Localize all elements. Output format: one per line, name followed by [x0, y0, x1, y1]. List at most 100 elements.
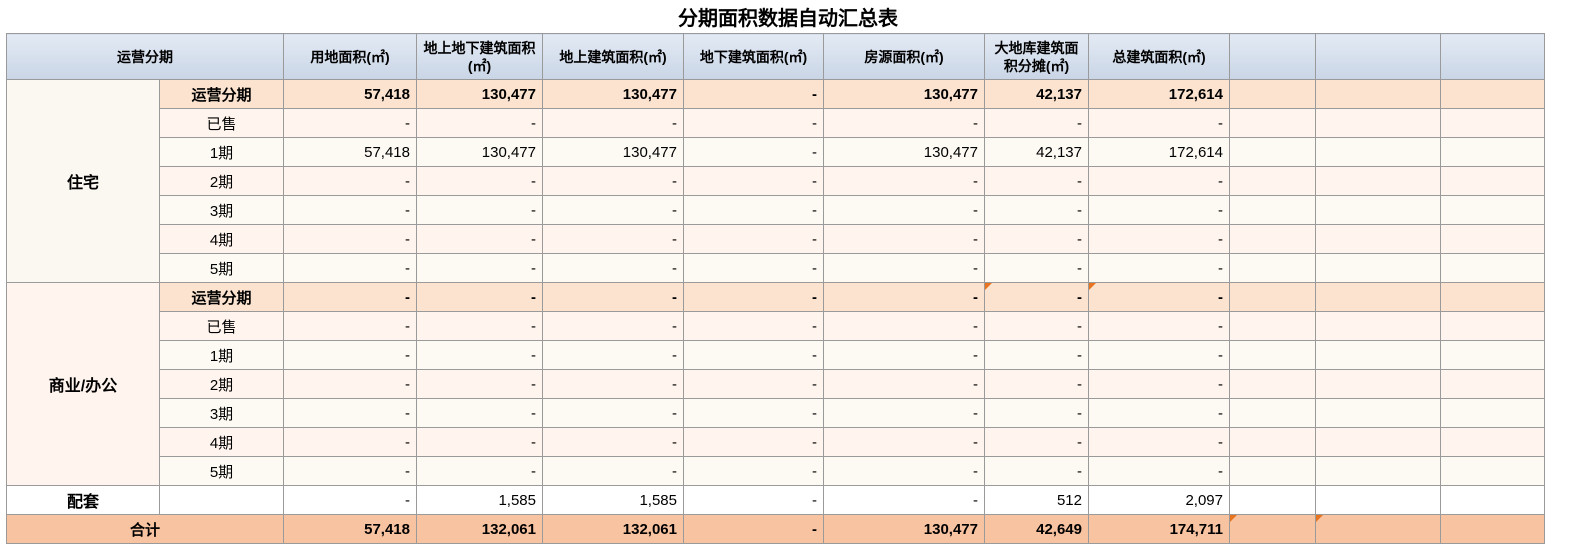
- cell-empty[interactable]: [1229, 195, 1316, 225]
- header-empty-1[interactable]: [1229, 33, 1316, 80]
- cell-empty[interactable]: [1229, 398, 1316, 428]
- row-label[interactable]: 已售: [159, 108, 284, 138]
- cell[interactable]: -: [1088, 108, 1230, 138]
- cell[interactable]: -: [823, 369, 985, 399]
- header-above-ground[interactable]: 地上建筑面积(㎡): [542, 33, 684, 80]
- cell[interactable]: -: [283, 195, 417, 225]
- cell[interactable]: -: [1088, 195, 1230, 225]
- cell[interactable]: -: [823, 427, 985, 457]
- cell[interactable]: -: [283, 108, 417, 138]
- cell[interactable]: -: [823, 253, 985, 283]
- comment-marker-icon[interactable]: [1316, 515, 1323, 522]
- group-residential[interactable]: 住宅: [6, 79, 160, 283]
- cell[interactable]: -: [542, 456, 684, 486]
- cell[interactable]: -: [283, 456, 417, 486]
- cell[interactable]: -: [416, 166, 543, 196]
- cell[interactable]: -: [984, 369, 1089, 399]
- cell-empty[interactable]: [1440, 398, 1545, 428]
- cell-empty[interactable]: [1315, 166, 1441, 196]
- cell-empty[interactable]: [1315, 340, 1441, 370]
- row-label[interactable]: 4期: [159, 427, 284, 457]
- cell-empty[interactable]: [1315, 427, 1441, 457]
- cell[interactable]: -: [823, 485, 985, 515]
- cell[interactable]: 42,137: [984, 79, 1089, 109]
- cell[interactable]: -: [683, 369, 824, 399]
- cell[interactable]: -: [823, 311, 985, 341]
- cell[interactable]: -: [683, 253, 824, 283]
- cell[interactable]: -: [283, 282, 417, 312]
- cell[interactable]: -: [283, 166, 417, 196]
- cell[interactable]: -: [823, 166, 985, 196]
- cell[interactable]: 130,477: [823, 137, 985, 167]
- cell-empty[interactable]: [1229, 224, 1316, 254]
- cell[interactable]: -: [683, 485, 824, 515]
- cell[interactable]: -: [683, 137, 824, 167]
- cell[interactable]: 42,137: [984, 137, 1089, 167]
- row-label[interactable]: 2期: [159, 166, 284, 196]
- cell[interactable]: -: [823, 456, 985, 486]
- cell[interactable]: -: [542, 224, 684, 254]
- cell-empty[interactable]: [1440, 166, 1545, 196]
- cell[interactable]: -: [416, 195, 543, 225]
- row-label[interactable]: 4期: [159, 224, 284, 254]
- cell-empty[interactable]: [1315, 253, 1441, 283]
- cell[interactable]: -: [823, 398, 985, 428]
- total-cell[interactable]: 57,418: [283, 514, 417, 544]
- row-label[interactable]: 已售: [159, 311, 284, 341]
- cell-empty[interactable]: [1440, 340, 1545, 370]
- cell[interactable]: -: [1088, 311, 1230, 341]
- cell[interactable]: -: [542, 369, 684, 399]
- cell-with-comment[interactable]: [1229, 514, 1316, 544]
- cell-empty[interactable]: [1229, 253, 1316, 283]
- cell[interactable]: 57,418: [283, 79, 417, 109]
- cell-empty[interactable]: [1440, 79, 1545, 109]
- cell[interactable]: -: [542, 340, 684, 370]
- cell[interactable]: -: [542, 311, 684, 341]
- header-total-above-below[interactable]: 地上地下建筑面积(㎡): [416, 33, 543, 80]
- cell[interactable]: 172,614: [1088, 137, 1230, 167]
- total-cell[interactable]: 132,061: [542, 514, 684, 544]
- cell[interactable]: -: [683, 108, 824, 138]
- cell[interactable]: -: [683, 427, 824, 457]
- cell[interactable]: -: [683, 340, 824, 370]
- cell[interactable]: -: [823, 282, 985, 312]
- cell[interactable]: -: [416, 282, 543, 312]
- cell-empty[interactable]: [1315, 195, 1441, 225]
- cell[interactable]: -: [683, 398, 824, 428]
- cell-empty[interactable]: [1229, 311, 1316, 341]
- cell[interactable]: -: [542, 398, 684, 428]
- cell[interactable]: -: [416, 369, 543, 399]
- cell[interactable]: -: [984, 195, 1089, 225]
- total-cell[interactable]: 174,711: [1088, 514, 1230, 544]
- total-label[interactable]: 合计: [6, 514, 284, 544]
- cell-empty[interactable]: [1440, 108, 1545, 138]
- cell-empty[interactable]: [1229, 108, 1316, 138]
- row-label[interactable]: 2期: [159, 369, 284, 399]
- header-group[interactable]: 运营分期: [6, 33, 284, 80]
- comment-marker-icon[interactable]: [1089, 283, 1096, 290]
- cell-empty[interactable]: [1440, 485, 1545, 515]
- cell[interactable]: -: [283, 340, 417, 370]
- cell[interactable]: -: [283, 398, 417, 428]
- row-label[interactable]: 3期: [159, 195, 284, 225]
- cell[interactable]: -: [542, 282, 684, 312]
- cell[interactable]: -: [416, 340, 543, 370]
- cell[interactable]: -: [1088, 340, 1230, 370]
- cell[interactable]: -: [1088, 398, 1230, 428]
- comment-marker-icon[interactable]: [985, 283, 992, 290]
- cell-empty[interactable]: [1315, 108, 1441, 138]
- cell-empty[interactable]: [1315, 369, 1441, 399]
- cell-empty[interactable]: [1229, 485, 1316, 515]
- cell-empty[interactable]: [1440, 137, 1545, 167]
- cell-empty[interactable]: [1229, 282, 1316, 312]
- row-label[interactable]: 5期: [159, 456, 284, 486]
- cell[interactable]: -: [823, 108, 985, 138]
- cell-empty[interactable]: [1315, 137, 1441, 167]
- cell-empty[interactable]: [1315, 224, 1441, 254]
- total-cell[interactable]: 132,061: [416, 514, 543, 544]
- total-cell[interactable]: 130,477: [823, 514, 985, 544]
- cell[interactable]: -: [416, 398, 543, 428]
- cell-empty[interactable]: [1440, 224, 1545, 254]
- cell-empty[interactable]: [1229, 369, 1316, 399]
- cell-empty[interactable]: [1229, 340, 1316, 370]
